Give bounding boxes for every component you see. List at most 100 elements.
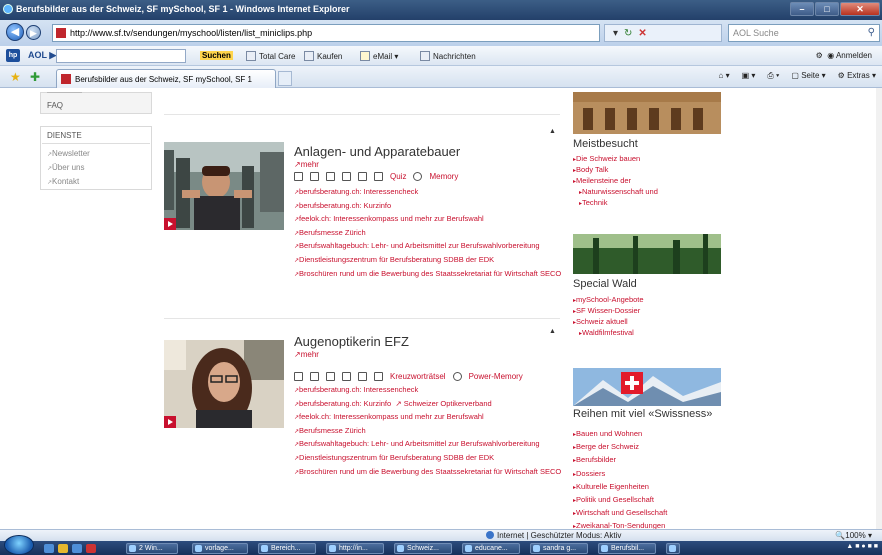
address-input[interactable]: http://www.sf.tv/sendungen/myschool/list… [52,24,600,42]
new-tab-button[interactable] [278,71,292,86]
quiz-icon[interactable] [374,172,383,181]
clip-link[interactable]: Berufswahltagebuch: Lehr- und Arbeitsmit… [294,240,561,254]
dropdown-arrow-icon[interactable]: ▾ [613,28,618,39]
quicklaunch-icon[interactable] [86,544,96,553]
taskbar-item[interactable]: sandra g... [530,543,588,554]
taskbar-item[interactable]: 2 Win... [126,543,178,554]
add-favorites-icon[interactable]: ✚ [30,70,40,84]
clip-thumbnail[interactable] [164,142,284,230]
taskbar-item[interactable]: Berufsbil... [598,543,656,554]
right-link[interactable]: Bauen und Wohnen [573,428,667,441]
clip-link[interactable]: Berufswahltagebuch: Lehr- und Arbeitsmit… [294,438,561,452]
right-link[interactable]: Dossiers [573,468,667,481]
memory-link[interactable]: Memory [429,172,458,181]
email-button[interactable]: eMail ▾ [360,51,398,61]
clip-title[interactable]: Augenoptikerin EFZ [294,334,409,349]
maximize-button[interactable]: □ [815,2,839,16]
right-link[interactable]: Die Schweiz bauen [573,154,658,165]
clip-link[interactable]: feelok.ch: Interessenkompass und mehr zu… [294,213,561,227]
clip-link[interactable]: Broschüren rund um die Bewerbung des Sta… [294,466,561,480]
document-icon[interactable] [310,372,319,381]
taskbar-item[interactable]: vorlage... [192,543,248,554]
clip-link[interactable]: Dienstleistungszentrum für Berufsberatun… [294,452,561,466]
suchen-button[interactable]: Suchen [200,51,233,60]
sidebar-item-kontakt[interactable]: Kontakt [47,177,79,186]
clip-link[interactable]: Broschüren rund um die Bewerbung des Sta… [294,268,561,282]
aol-logo[interactable]: AOL ▶ [28,50,56,61]
clip-title[interactable]: Anlagen- und Apparatebauer [294,144,460,159]
search-icon[interactable]: ⚲ [868,27,875,38]
start-button[interactable] [4,535,34,555]
right-link[interactable]: Zweikanal-Ton-Sendungen [573,520,667,529]
right-link[interactable]: Berge der Schweiz [573,441,667,454]
browser-tab[interactable]: Berufsbilder aus der Schweiz, SF mySchoo… [56,69,276,88]
taskbar-item[interactable] [666,543,680,554]
right-link-continued[interactable]: Waldfilmfestival [573,328,644,339]
promo-image-forest[interactable] [573,234,721,274]
clip-link[interactable]: Berufsmesse Zürich [294,227,561,241]
taskbar-item[interactable]: Bereich... [258,543,316,554]
right-link[interactable]: Politik und Gesellschaft [573,494,667,507]
right-link[interactable]: Meilensteine der [573,176,658,187]
sidebar-item-ueber-uns[interactable]: Über uns [47,163,84,172]
promo-image-swiss-flag[interactable] [573,368,721,406]
promo-image-architecture[interactable] [573,92,721,134]
power-memory-link[interactable]: Power-Memory [469,372,523,381]
right-link[interactable]: Body Talk [573,165,658,176]
home-icon[interactable]: ⌂ ▾ [719,71,730,81]
feeds-icon[interactable]: ▣ ▾ [742,71,756,81]
taskbar-item[interactable]: educane... [462,543,520,554]
document-icon[interactable] [342,372,351,381]
minimize-button[interactable]: – [790,2,814,16]
kaufen-button[interactable]: Kaufen [304,51,342,61]
back-arrow-icon[interactable]: ◀ [6,23,24,41]
favorites-star-icon[interactable]: ★ [10,70,21,84]
right-link[interactable]: Schweiz aktuell [573,317,644,328]
clip-link[interactable]: berufsberatung.ch: Kurzinfo [299,399,391,408]
stop-icon[interactable]: ✕ [638,28,646,39]
clip-link[interactable]: Berufsmesse Zürich [294,425,561,439]
sidebar-item-newsletter[interactable]: Newsletter [47,149,90,158]
worksheet-icon[interactable] [358,172,367,181]
clip-link[interactable]: berufsberatung.ch: Interessencheck [294,186,561,200]
kreuzwortraetsel-link[interactable]: Kreuzworträtsel [390,372,446,381]
sidebar-item-faq[interactable]: FAQ [47,101,63,110]
taskbar-item[interactable]: Schweiz... [394,543,452,554]
refresh-icon[interactable]: ↻ [624,28,632,39]
quicklaunch-icon[interactable] [58,544,68,553]
right-link-continued[interactable]: Technik [573,198,658,209]
print-icon[interactable]: ⎙ ▾ [767,71,779,81]
play-icon[interactable] [164,218,176,230]
forward-arrow-icon[interactable]: ▶ [26,25,41,40]
scroll-up-arrow-icon[interactable]: ▲ [549,328,556,335]
right-link-continued[interactable]: Naturwissenschaft und [573,187,658,198]
right-link[interactable]: Kulturelle Eigenheiten [573,481,667,494]
mehr-link[interactable]: ↗mehr [294,350,319,359]
quicklaunch-icon[interactable] [72,544,82,553]
print-icon[interactable] [294,372,303,381]
right-link[interactable]: Berufsbilder [573,454,667,467]
right-link[interactable]: Wirtschaft und Gesellschaft [573,507,667,520]
print-icon[interactable] [294,172,303,181]
memory-icon[interactable] [413,172,423,181]
document-icon[interactable] [310,172,319,181]
worksheet-icon[interactable] [358,372,367,381]
total-care-button[interactable]: Total Care [246,51,295,61]
vertical-scrollbar[interactable] [876,88,882,529]
extras-menu[interactable]: ⚙ Extras ▾ [838,71,876,81]
clip-link[interactable]: berufsberatung.ch: Interessencheck [294,384,561,398]
scroll-up-arrow-icon[interactable]: ▲ [549,128,556,135]
clip-link[interactable]: Dienstleistungszentrum für Berufsberatun… [294,254,561,268]
aol-search-input[interactable]: AOL Suche ⚲ [728,24,880,42]
zoom-level[interactable]: 🔍100% ▾ [835,531,872,540]
clip-thumbnail[interactable] [164,340,284,428]
taskbar-item[interactable]: http://in... [326,543,384,554]
nachrichten-button[interactable]: Nachrichten [420,51,476,61]
hp-logo-icon[interactable]: hp [6,49,20,62]
quiz-link[interactable]: Quiz [390,172,406,181]
anmelden-button[interactable]: ⚙ ◉ Anmelden [816,51,872,60]
clip-link[interactable]: feelok.ch: Interessenkompass und mehr zu… [294,411,561,425]
seite-menu[interactable]: ▢ Seite ▾ [791,71,825,81]
memory-icon[interactable] [452,372,462,381]
document-icon[interactable] [326,372,335,381]
